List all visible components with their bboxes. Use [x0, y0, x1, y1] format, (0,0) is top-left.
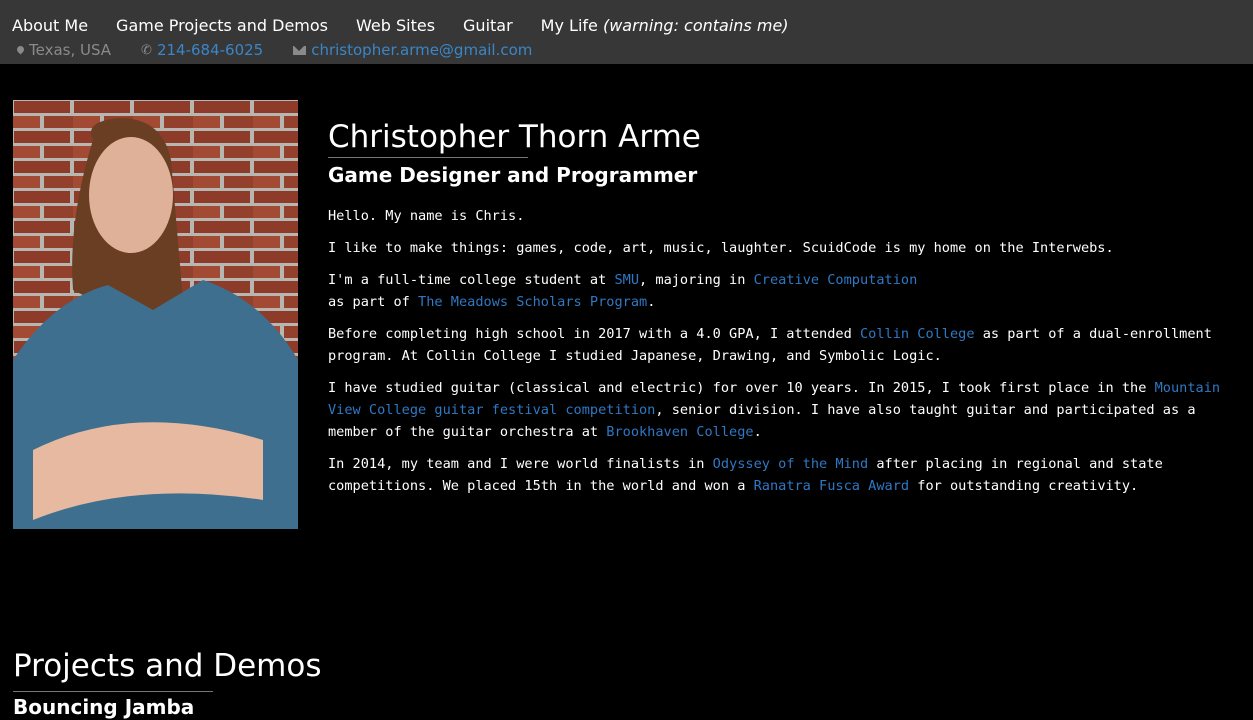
- bio-p3-text-d: .: [647, 294, 656, 310]
- bio-p1: Hello. My name is Chris.: [328, 208, 525, 224]
- brookhaven-college-link[interactable]: Brookhaven College: [606, 424, 753, 440]
- smu-link[interactable]: SMU: [614, 272, 639, 288]
- nav-my-life-warning: (warning: contains me): [602, 16, 789, 35]
- nav-about-me[interactable]: About Me: [12, 16, 88, 35]
- projects-divider: [13, 691, 213, 692]
- bio-p6: In 2014, my team and I were world finali…: [328, 453, 1233, 497]
- main-nav: About Me Game Projects and Demos Web Sit…: [12, 16, 817, 35]
- bio-p4-text-a: Before completing high school in 2017 wi…: [328, 326, 860, 342]
- odyssey-of-the-mind-link[interactable]: Odyssey of the Mind: [713, 456, 869, 472]
- bio-section: Christopher Thorn Arme Game Designer and…: [328, 118, 1233, 507]
- email: christopher.arme@gmail.com: [293, 41, 532, 59]
- envelope-icon: [293, 45, 307, 55]
- location: Texas, USA: [15, 41, 112, 59]
- bio-p3-text-a: I'm a full-time college student at: [328, 272, 615, 288]
- collin-college-link[interactable]: Collin College: [860, 326, 975, 342]
- bio-p3-text-c: as part of: [328, 294, 419, 310]
- ranatra-fusca-link[interactable]: Ranatra Fusca Award: [754, 478, 910, 494]
- email-link[interactable]: christopher.arme@gmail.com: [311, 41, 532, 59]
- map-marker-icon: [15, 44, 26, 54]
- projects-heading: Projects and Demos: [13, 648, 322, 684]
- phone-icon: ✆: [141, 42, 152, 58]
- bio-p5-text-a: I have studied guitar (classical and ele…: [328, 380, 1155, 396]
- phone: ✆ 214-684-6025: [141, 41, 263, 59]
- profile-title: Game Designer and Programmer: [328, 163, 698, 187]
- bio-p5-text-c: .: [753, 424, 762, 440]
- creative-computation-link[interactable]: Creative Computation: [754, 272, 918, 288]
- nav-game-projects[interactable]: Game Projects and Demos: [116, 16, 328, 35]
- meadows-scholars-link[interactable]: The Meadows Scholars Program: [418, 294, 647, 310]
- phone-link[interactable]: 214-684-6025: [157, 41, 263, 59]
- nav-web-sites[interactable]: Web Sites: [356, 16, 435, 35]
- profile-photo: [13, 100, 298, 529]
- location-text: Texas, USA: [29, 41, 112, 59]
- bio-p5: I have studied guitar (classical and ele…: [328, 377, 1233, 443]
- nav-my-life-label: My Life: [540, 16, 598, 35]
- bio-p6-text-c: for outstanding creativity.: [909, 478, 1139, 494]
- nav-my-life[interactable]: My Life (warning: contains me): [541, 16, 789, 35]
- top-bar: About Me Game Projects and Demos Web Sit…: [0, 0, 1253, 64]
- profile-name: Christopher Thorn Arme: [328, 119, 701, 155]
- nav-guitar[interactable]: Guitar: [463, 16, 513, 35]
- name-divider: [328, 157, 528, 158]
- bio-paragraphs: Hello. My name is Chris. I like to make …: [328, 205, 1233, 497]
- bio-p3: I'm a full-time college student at SMU, …: [328, 269, 1233, 313]
- projects-subheading: Bouncing Jamba: [13, 695, 195, 719]
- bio-p2: I like to make things: games, code, art,…: [328, 240, 1114, 256]
- bio-p6-text-a: In 2014, my team and I were world finali…: [328, 456, 713, 472]
- contact-info: Texas, USA ✆ 214-684-6025 christopher.ar…: [15, 41, 562, 59]
- bio-p4: Before completing high school in 2017 wi…: [328, 323, 1233, 367]
- bio-p3-text-b: , majoring in: [639, 272, 754, 288]
